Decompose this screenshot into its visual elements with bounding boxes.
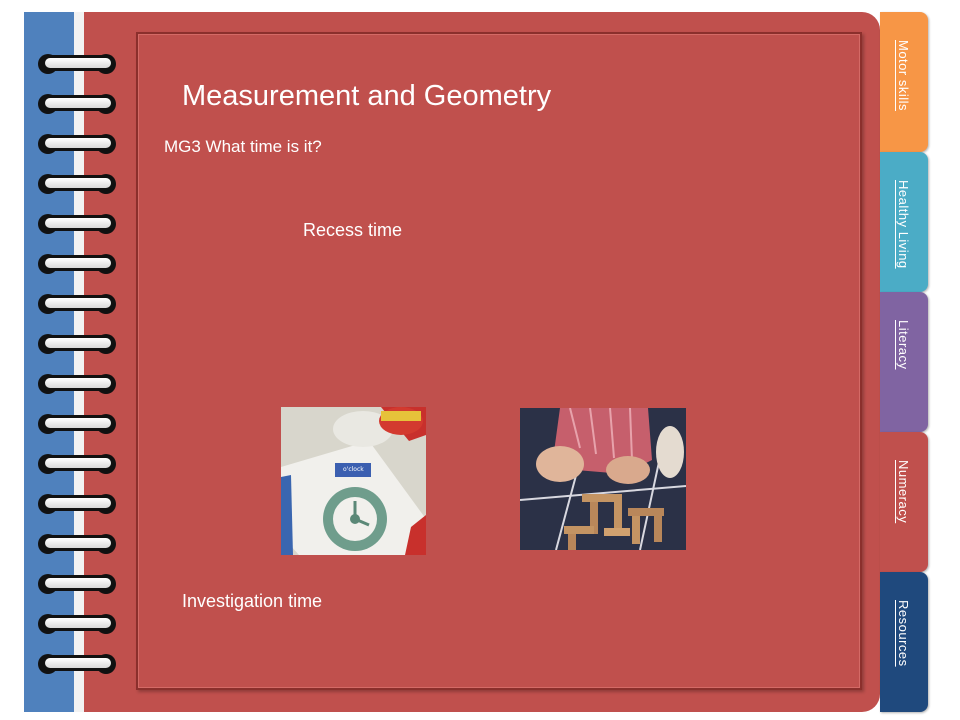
tab-motor-skills-label[interactable]: Motor skills: [896, 40, 911, 111]
tab-numeracy-label[interactable]: Numeracy: [896, 460, 911, 523]
ring-loop: [42, 55, 114, 71]
binding-ring: [38, 492, 118, 516]
slide: Measurement and Geometry MG3 What time i…: [0, 0, 960, 720]
ring-loop: [42, 95, 114, 111]
ring-loop: [42, 495, 114, 511]
ring-loop: [42, 535, 114, 551]
binding-ring: [38, 332, 118, 356]
tab-healthy-living[interactable]: Healthy Living: [880, 152, 928, 292]
binding-ring: [38, 52, 118, 76]
ring-loop: [42, 615, 114, 631]
page-subtitle: MG3 What time is it?: [164, 137, 322, 156]
investigation-caption: Investigation time: [182, 591, 323, 611]
binding-ring: [38, 532, 118, 556]
ring-loop: [42, 295, 114, 311]
svg-text:o'clock: o'clock: [343, 466, 364, 473]
tab-healthy-living-label[interactable]: Healthy Living: [896, 180, 911, 269]
ring-loop: [42, 655, 114, 671]
ring-loop: [42, 455, 114, 471]
binding-ring: [38, 612, 118, 636]
spiral-binding: [38, 52, 124, 692]
playdough-clock-image: o'clock: [281, 407, 426, 555]
page-title: Measurement and Geometry: [182, 80, 552, 112]
tab-motor-skills[interactable]: Motor skills: [880, 12, 928, 152]
binding-ring: [38, 212, 118, 236]
blocks-building-photo: [520, 408, 686, 550]
tab-literacy-label[interactable]: Literacy: [896, 320, 911, 370]
binding-ring: [38, 252, 118, 276]
ring-loop: [42, 175, 114, 191]
recess-caption: Recess time: [303, 220, 403, 240]
binding-ring: [38, 92, 118, 116]
tab-numeracy[interactable]: Numeracy: [880, 432, 928, 572]
binding-ring: [38, 172, 118, 196]
ring-loop: [42, 375, 114, 391]
binding-ring: [38, 572, 118, 596]
playdough-clock-photo: o'clock: [281, 407, 426, 555]
ring-loop: [42, 415, 114, 431]
ring-loop: [42, 575, 114, 591]
tab-literacy[interactable]: Literacy: [880, 292, 928, 432]
ring-loop: [42, 215, 114, 231]
binding-ring: [38, 132, 118, 156]
ring-loop: [42, 135, 114, 151]
wooden-blocks-image: [520, 408, 686, 550]
binding-ring: [38, 292, 118, 316]
binding-ring: [38, 652, 118, 676]
binding-ring: [38, 452, 118, 476]
tab-resources-label[interactable]: Resources: [896, 600, 911, 667]
binding-ring: [38, 412, 118, 436]
ring-loop: [42, 335, 114, 351]
binding-ring: [38, 372, 118, 396]
tab-resources[interactable]: Resources: [880, 572, 928, 712]
ring-loop: [42, 255, 114, 271]
